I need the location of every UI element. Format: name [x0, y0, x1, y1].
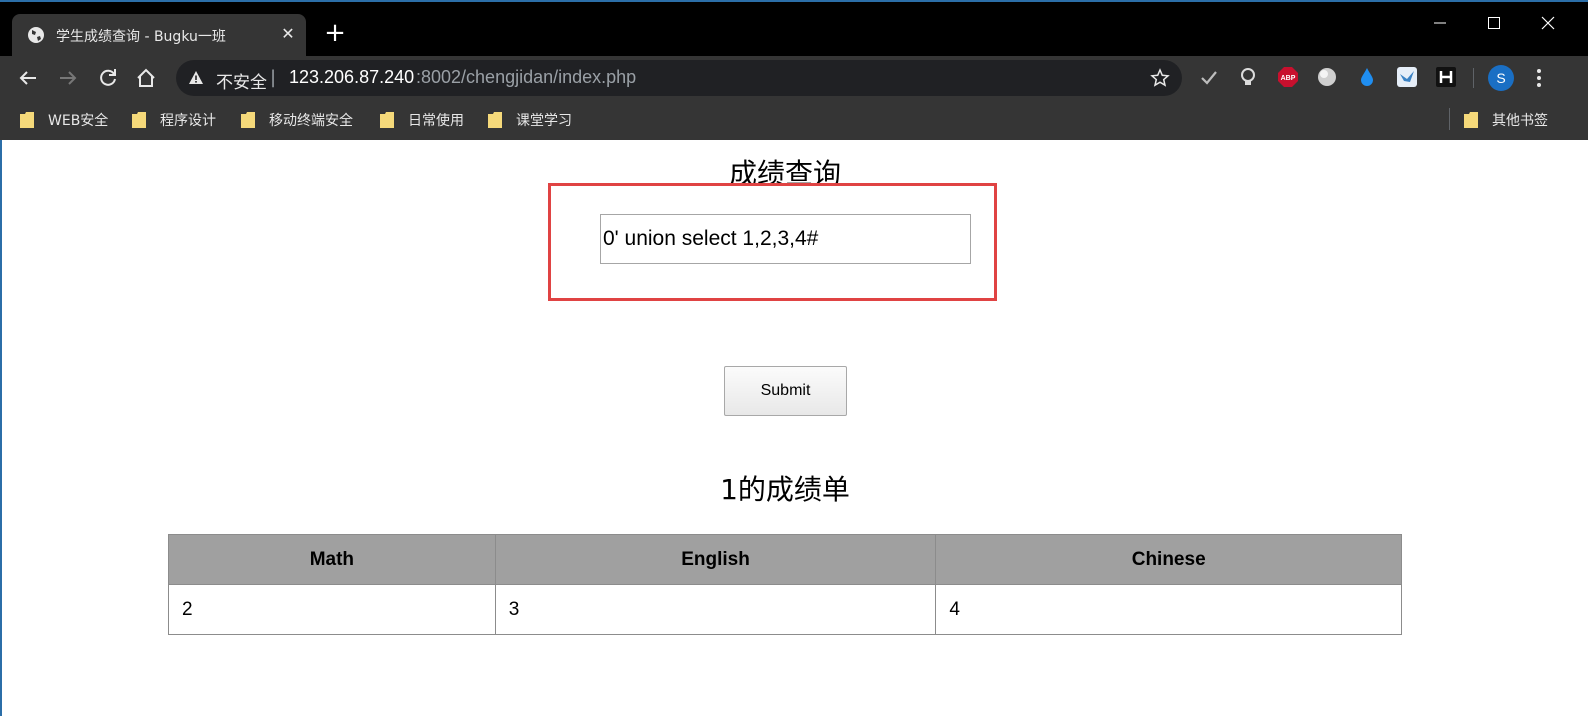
adblock-icon[interactable]: ABP: [1277, 66, 1299, 88]
minimize-button[interactable]: [1420, 8, 1460, 38]
minimize-icon: [1434, 22, 1446, 24]
cell-chinese: 4: [935, 584, 1402, 635]
reload-icon[interactable]: [96, 66, 120, 90]
bookmark-label: 程序设计: [160, 113, 216, 129]
window-top-edge: [0, 0, 1588, 2]
bird-extension-icon[interactable]: [1396, 66, 1418, 88]
globe-extension-icon[interactable]: [1316, 66, 1338, 88]
water-drop-icon[interactable]: [1356, 66, 1378, 88]
toolbar-separator: [1473, 68, 1474, 88]
bookmark-folder-daily-use[interactable]: 日常使用: [380, 110, 464, 130]
close-icon: [1541, 16, 1555, 30]
globe-icon: [28, 27, 44, 43]
folder-icon: [241, 112, 255, 128]
close-window-button[interactable]: [1528, 8, 1568, 38]
back-arrow-icon[interactable]: [16, 66, 40, 90]
bookmark-label: WEB安全: [48, 113, 109, 129]
header-math: Math: [168, 534, 496, 585]
table-row: 2 3 4: [168, 584, 1402, 635]
more-menu-icon[interactable]: [1532, 66, 1546, 90]
bookmark-label: 移动终端安全: [269, 113, 353, 129]
browser-title-bar: 学生成绩查询 - Bugku一班 ✕ +: [0, 0, 1588, 56]
submit-button[interactable]: Submit: [724, 366, 847, 416]
h-extension-icon[interactable]: [1435, 66, 1457, 88]
header-chinese: Chinese: [935, 534, 1402, 585]
insecure-label[interactable]: 不安全: [216, 68, 267, 93]
new-tab-button[interactable]: +: [322, 20, 348, 46]
check-icon[interactable]: [1198, 66, 1220, 88]
header-english: English: [494, 534, 937, 585]
folder-icon: [20, 112, 34, 128]
bookmark-folder-mobile-security[interactable]: 移动终端安全: [241, 110, 353, 130]
bookmark-folder-programming[interactable]: 程序设计: [132, 110, 216, 130]
browser-toolbar: 不安全 | 123.206.87.240 :8002/chengjidan/in…: [0, 56, 1588, 100]
forward-arrow-icon[interactable]: [56, 66, 80, 90]
maximize-icon: [1488, 17, 1500, 29]
lightbulb-icon[interactable]: [1237, 66, 1259, 88]
tab-title: 学生成绩查询 - Bugku一班: [56, 29, 226, 45]
url-path[interactable]: :8002/chengjidan/index.php: [416, 67, 636, 88]
grades-table: Math English Chinese 2 3 4: [168, 534, 1402, 635]
bookmarks-bar: WEB安全 程序设计 移动终端安全 日常使用 课堂学习 其他书签: [0, 100, 1588, 140]
bookmarks-separator: [1449, 108, 1450, 130]
bookmark-label: 其他书签: [1492, 113, 1548, 129]
folder-icon: [132, 112, 146, 128]
url-separator: |: [270, 67, 277, 88]
url-host[interactable]: 123.206.87.240: [289, 67, 414, 88]
result-title: 1的成绩单: [720, 473, 850, 506]
page-content: 成绩查询 Submit 1的成绩单 Math English Chinese 2…: [0, 140, 1588, 716]
star-icon[interactable]: [1150, 68, 1170, 88]
home-icon[interactable]: [134, 66, 158, 90]
svg-text:ABP: ABP: [1281, 75, 1296, 82]
bookmark-folder-other[interactable]: 其他书签: [1464, 110, 1548, 130]
maximize-button[interactable]: [1474, 8, 1514, 38]
window-left-edge: [0, 140, 2, 716]
bookmark-folder-class-study[interactable]: 课堂学习: [488, 110, 572, 130]
cell-math: 2: [168, 584, 496, 635]
folder-icon: [1464, 112, 1478, 128]
cell-english: 3: [494, 584, 937, 635]
warning-icon[interactable]: [188, 70, 204, 86]
close-tab-icon[interactable]: ✕: [278, 23, 298, 45]
folder-icon: [488, 112, 502, 128]
bookmark-label: 课堂学习: [516, 113, 572, 129]
address-bar[interactable]: 不安全 | 123.206.87.240 :8002/chengjidan/in…: [176, 60, 1182, 96]
browser-tab[interactable]: 学生成绩查询 - Bugku一班 ✕: [12, 14, 306, 56]
bookmark-label: 日常使用: [408, 113, 464, 129]
folder-icon: [380, 112, 394, 128]
bookmark-folder-web-security[interactable]: WEB安全: [20, 110, 108, 130]
profile-avatar[interactable]: S: [1488, 65, 1514, 91]
table-header-row: Math English Chinese: [168, 534, 1402, 585]
query-input[interactable]: [600, 214, 971, 264]
